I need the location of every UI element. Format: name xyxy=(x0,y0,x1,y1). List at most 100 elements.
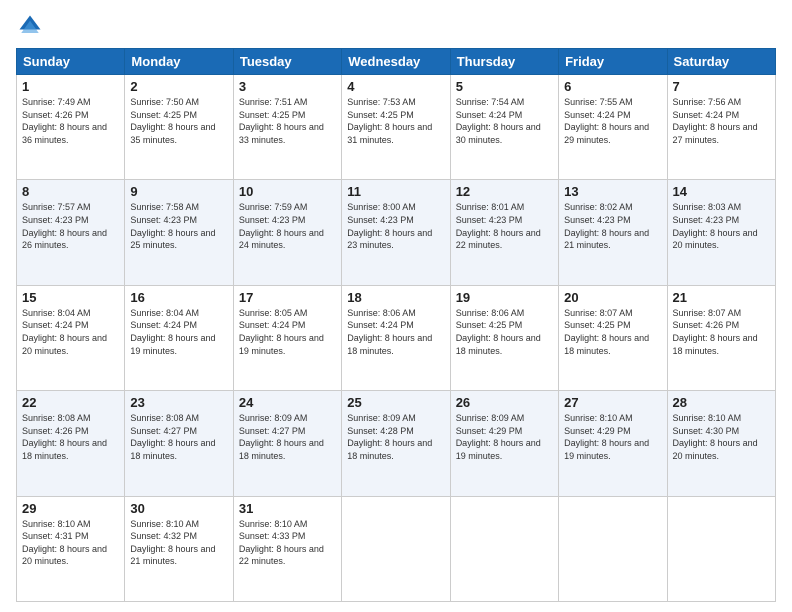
day-info: Sunrise: 8:10 AMSunset: 4:29 PMDaylight:… xyxy=(564,413,649,461)
day-info: Sunrise: 8:07 AMSunset: 4:26 PMDaylight:… xyxy=(673,308,758,356)
calendar-cell: 2 Sunrise: 7:50 AMSunset: 4:25 PMDayligh… xyxy=(125,75,233,180)
logo xyxy=(16,12,48,40)
day-info: Sunrise: 7:49 AMSunset: 4:26 PMDaylight:… xyxy=(22,97,107,145)
calendar-week-row: 8 Sunrise: 7:57 AMSunset: 4:23 PMDayligh… xyxy=(17,180,776,285)
day-number: 24 xyxy=(239,395,336,410)
day-number: 17 xyxy=(239,290,336,305)
day-info: Sunrise: 8:09 AMSunset: 4:27 PMDaylight:… xyxy=(239,413,324,461)
day-number: 8 xyxy=(22,184,119,199)
calendar-cell: 29 Sunrise: 8:10 AMSunset: 4:31 PMDaylig… xyxy=(17,496,125,601)
calendar-cell xyxy=(667,496,775,601)
calendar-week-row: 29 Sunrise: 8:10 AMSunset: 4:31 PMDaylig… xyxy=(17,496,776,601)
day-number: 5 xyxy=(456,79,553,94)
calendar-cell: 8 Sunrise: 7:57 AMSunset: 4:23 PMDayligh… xyxy=(17,180,125,285)
day-number: 30 xyxy=(130,501,227,516)
calendar-day-header: Monday xyxy=(125,49,233,75)
day-info: Sunrise: 7:56 AMSunset: 4:24 PMDaylight:… xyxy=(673,97,758,145)
day-info: Sunrise: 8:07 AMSunset: 4:25 PMDaylight:… xyxy=(564,308,649,356)
day-info: Sunrise: 7:53 AMSunset: 4:25 PMDaylight:… xyxy=(347,97,432,145)
calendar-day-header: Tuesday xyxy=(233,49,341,75)
day-info: Sunrise: 8:00 AMSunset: 4:23 PMDaylight:… xyxy=(347,202,432,250)
calendar-cell: 6 Sunrise: 7:55 AMSunset: 4:24 PMDayligh… xyxy=(559,75,667,180)
day-number: 12 xyxy=(456,184,553,199)
calendar-cell: 25 Sunrise: 8:09 AMSunset: 4:28 PMDaylig… xyxy=(342,391,450,496)
calendar-cell: 7 Sunrise: 7:56 AMSunset: 4:24 PMDayligh… xyxy=(667,75,775,180)
day-info: Sunrise: 8:10 AMSunset: 4:30 PMDaylight:… xyxy=(673,413,758,461)
calendar-day-header: Friday xyxy=(559,49,667,75)
day-number: 18 xyxy=(347,290,444,305)
day-number: 14 xyxy=(673,184,770,199)
calendar-cell: 24 Sunrise: 8:09 AMSunset: 4:27 PMDaylig… xyxy=(233,391,341,496)
day-info: Sunrise: 7:59 AMSunset: 4:23 PMDaylight:… xyxy=(239,202,324,250)
calendar-day-header: Saturday xyxy=(667,49,775,75)
day-number: 23 xyxy=(130,395,227,410)
day-number: 3 xyxy=(239,79,336,94)
calendar-cell xyxy=(342,496,450,601)
calendar-cell: 21 Sunrise: 8:07 AMSunset: 4:26 PMDaylig… xyxy=(667,285,775,390)
day-number: 20 xyxy=(564,290,661,305)
calendar-cell: 22 Sunrise: 8:08 AMSunset: 4:26 PMDaylig… xyxy=(17,391,125,496)
calendar-cell: 13 Sunrise: 8:02 AMSunset: 4:23 PMDaylig… xyxy=(559,180,667,285)
day-info: Sunrise: 7:51 AMSunset: 4:25 PMDaylight:… xyxy=(239,97,324,145)
calendar-cell: 12 Sunrise: 8:01 AMSunset: 4:23 PMDaylig… xyxy=(450,180,558,285)
day-number: 6 xyxy=(564,79,661,94)
day-info: Sunrise: 7:58 AMSunset: 4:23 PMDaylight:… xyxy=(130,202,215,250)
day-info: Sunrise: 8:10 AMSunset: 4:31 PMDaylight:… xyxy=(22,519,107,567)
calendar-cell: 16 Sunrise: 8:04 AMSunset: 4:24 PMDaylig… xyxy=(125,285,233,390)
day-info: Sunrise: 8:09 AMSunset: 4:28 PMDaylight:… xyxy=(347,413,432,461)
calendar-cell: 26 Sunrise: 8:09 AMSunset: 4:29 PMDaylig… xyxy=(450,391,558,496)
day-info: Sunrise: 8:04 AMSunset: 4:24 PMDaylight:… xyxy=(130,308,215,356)
day-number: 16 xyxy=(130,290,227,305)
calendar-cell: 14 Sunrise: 8:03 AMSunset: 4:23 PMDaylig… xyxy=(667,180,775,285)
calendar-cell: 23 Sunrise: 8:08 AMSunset: 4:27 PMDaylig… xyxy=(125,391,233,496)
day-info: Sunrise: 8:09 AMSunset: 4:29 PMDaylight:… xyxy=(456,413,541,461)
calendar-cell: 27 Sunrise: 8:10 AMSunset: 4:29 PMDaylig… xyxy=(559,391,667,496)
day-info: Sunrise: 8:10 AMSunset: 4:32 PMDaylight:… xyxy=(130,519,215,567)
day-number: 19 xyxy=(456,290,553,305)
day-info: Sunrise: 8:01 AMSunset: 4:23 PMDaylight:… xyxy=(456,202,541,250)
calendar-cell: 31 Sunrise: 8:10 AMSunset: 4:33 PMDaylig… xyxy=(233,496,341,601)
day-info: Sunrise: 8:10 AMSunset: 4:33 PMDaylight:… xyxy=(239,519,324,567)
day-number: 1 xyxy=(22,79,119,94)
calendar-cell: 3 Sunrise: 7:51 AMSunset: 4:25 PMDayligh… xyxy=(233,75,341,180)
calendar-cell: 30 Sunrise: 8:10 AMSunset: 4:32 PMDaylig… xyxy=(125,496,233,601)
day-info: Sunrise: 8:06 AMSunset: 4:25 PMDaylight:… xyxy=(456,308,541,356)
calendar-cell: 20 Sunrise: 8:07 AMSunset: 4:25 PMDaylig… xyxy=(559,285,667,390)
day-number: 22 xyxy=(22,395,119,410)
calendar-cell: 18 Sunrise: 8:06 AMSunset: 4:24 PMDaylig… xyxy=(342,285,450,390)
day-number: 27 xyxy=(564,395,661,410)
day-info: Sunrise: 8:04 AMSunset: 4:24 PMDaylight:… xyxy=(22,308,107,356)
day-number: 31 xyxy=(239,501,336,516)
day-number: 25 xyxy=(347,395,444,410)
day-info: Sunrise: 7:50 AMSunset: 4:25 PMDaylight:… xyxy=(130,97,215,145)
calendar-cell: 5 Sunrise: 7:54 AMSunset: 4:24 PMDayligh… xyxy=(450,75,558,180)
day-info: Sunrise: 7:55 AMSunset: 4:24 PMDaylight:… xyxy=(564,97,649,145)
calendar-header-row: SundayMondayTuesdayWednesdayThursdayFrid… xyxy=(17,49,776,75)
day-number: 28 xyxy=(673,395,770,410)
day-number: 26 xyxy=(456,395,553,410)
day-number: 2 xyxy=(130,79,227,94)
day-info: Sunrise: 7:57 AMSunset: 4:23 PMDaylight:… xyxy=(22,202,107,250)
calendar-cell xyxy=(559,496,667,601)
calendar-cell: 4 Sunrise: 7:53 AMSunset: 4:25 PMDayligh… xyxy=(342,75,450,180)
page: SundayMondayTuesdayWednesdayThursdayFrid… xyxy=(0,0,792,612)
day-number: 21 xyxy=(673,290,770,305)
calendar-table: SundayMondayTuesdayWednesdayThursdayFrid… xyxy=(16,48,776,602)
day-number: 13 xyxy=(564,184,661,199)
day-info: Sunrise: 8:08 AMSunset: 4:26 PMDaylight:… xyxy=(22,413,107,461)
day-number: 11 xyxy=(347,184,444,199)
calendar-cell: 9 Sunrise: 7:58 AMSunset: 4:23 PMDayligh… xyxy=(125,180,233,285)
day-number: 15 xyxy=(22,290,119,305)
day-info: Sunrise: 8:05 AMSunset: 4:24 PMDaylight:… xyxy=(239,308,324,356)
calendar-cell: 1 Sunrise: 7:49 AMSunset: 4:26 PMDayligh… xyxy=(17,75,125,180)
calendar-cell: 11 Sunrise: 8:00 AMSunset: 4:23 PMDaylig… xyxy=(342,180,450,285)
day-info: Sunrise: 8:02 AMSunset: 4:23 PMDaylight:… xyxy=(564,202,649,250)
calendar-day-header: Thursday xyxy=(450,49,558,75)
day-number: 9 xyxy=(130,184,227,199)
calendar-cell: 10 Sunrise: 7:59 AMSunset: 4:23 PMDaylig… xyxy=(233,180,341,285)
header xyxy=(16,12,776,40)
day-number: 7 xyxy=(673,79,770,94)
calendar-cell xyxy=(450,496,558,601)
day-info: Sunrise: 8:08 AMSunset: 4:27 PMDaylight:… xyxy=(130,413,215,461)
calendar-week-row: 22 Sunrise: 8:08 AMSunset: 4:26 PMDaylig… xyxy=(17,391,776,496)
